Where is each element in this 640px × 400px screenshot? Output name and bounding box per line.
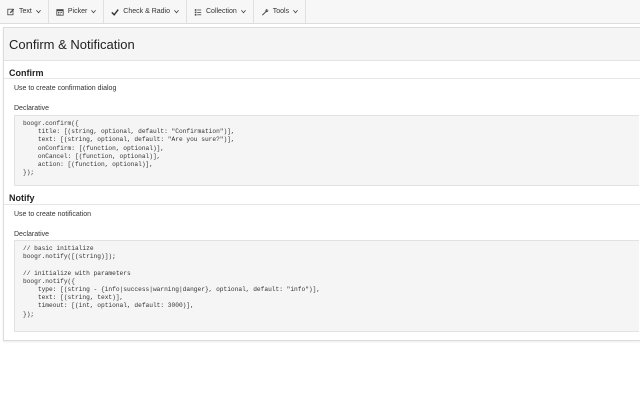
nav-item-collection[interactable]: Collection [187, 0, 254, 23]
top-navbar: Text Picker Check & Radio Collection Too… [0, 0, 640, 24]
divider [4, 78, 640, 79]
list-icon [194, 8, 202, 16]
nav-item-check-radio[interactable]: Check & Radio [104, 0, 187, 23]
chevron-down-icon [35, 9, 41, 14]
nav-item-label: Collection [206, 8, 237, 15]
content-panel: Confirm & Notification Confirm Use to cr… [3, 27, 640, 341]
confirm-description: Use to create confirmation dialog [14, 85, 117, 92]
nav-item-tools[interactable]: Tools [254, 0, 307, 23]
nav-item-text[interactable]: Text [0, 0, 49, 23]
notify-declarative-label: Declarative [14, 231, 50, 238]
confirm-code-block: boogr.confirm({ title: [(string, optiona… [14, 115, 639, 186]
chevron-down-icon [293, 9, 298, 14]
check-icon [111, 8, 120, 16]
confirm-declarative-label: Declarative [14, 105, 50, 112]
nav-item-label: Text [19, 8, 32, 15]
nav-item-label: Tools [272, 8, 290, 15]
notify-code-block: // basic initialize boogr.notify([(strin… [14, 240, 639, 332]
nav-item-picker[interactable]: Picker [49, 0, 105, 23]
panel-header: Confirm & Notification [4, 28, 640, 61]
edit-icon [7, 8, 15, 16]
wrench-icon [261, 8, 269, 16]
calendar-icon [56, 8, 64, 16]
notify-description: Use to create notification [14, 211, 92, 218]
page-title: Confirm & Notification [9, 36, 135, 52]
notify-section-title: Notify [9, 193, 35, 203]
nav-item-label: Check & Radio [123, 8, 170, 15]
confirm-section-title: Confirm [9, 68, 44, 78]
chevron-down-icon [174, 9, 179, 14]
chevron-down-icon [240, 9, 246, 14]
nav-item-label: Picker [67, 8, 88, 15]
chevron-down-icon [91, 9, 97, 14]
divider [4, 204, 640, 205]
